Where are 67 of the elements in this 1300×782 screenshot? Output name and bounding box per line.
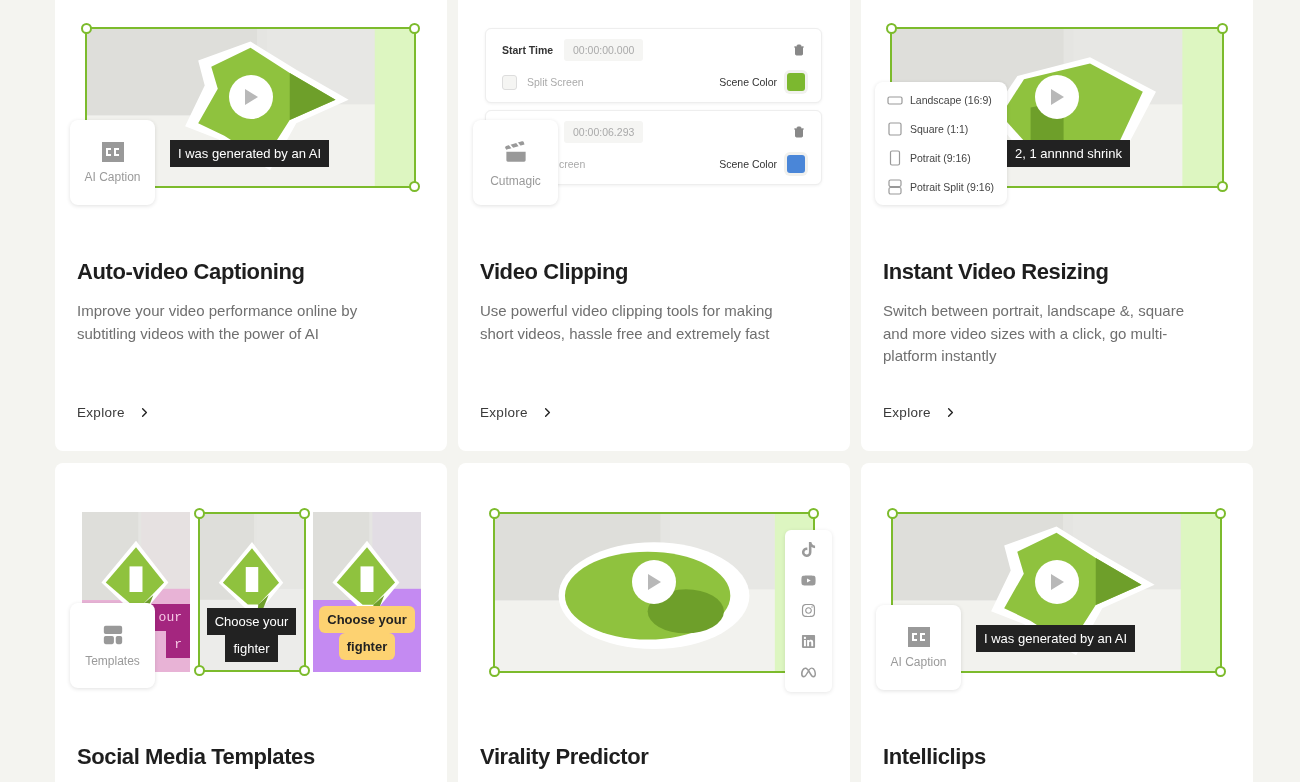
resize-handle[interactable] — [409, 23, 420, 34]
checkbox-label: Split Screen — [527, 76, 584, 88]
resize-handle[interactable] — [1215, 666, 1226, 677]
resize-handle[interactable] — [886, 23, 897, 34]
resize-handle[interactable] — [1215, 508, 1226, 519]
card-description: Improve your video performance online by subtitling videos with the power of AI — [77, 301, 359, 344]
closed-captions-icon — [101, 141, 124, 162]
linkedin-icon[interactable] — [801, 634, 816, 650]
card-title: Auto-video Captioning — [77, 258, 306, 286]
caption-text: fighter — [225, 635, 278, 662]
card-description: Switch between portrait, landscape &, square and more video sizes with a click, go multi-platform instantly — [883, 301, 1185, 366]
trash-icon[interactable] — [793, 44, 805, 56]
camera-icon[interactable] — [801, 603, 816, 619]
card-title: Social Media Templates — [77, 743, 316, 771]
card-title: Video Clipping — [480, 258, 629, 286]
explore-link[interactable]: Explore — [883, 405, 958, 420]
play-icon — [1049, 87, 1065, 106]
aspect-option[interactable]: Landscape (16:9) — [887, 92, 995, 108]
caption-text: Choose your — [206, 608, 297, 635]
start-time-label: Start Time — [502, 44, 554, 56]
caption-text: I was generated by an AI — [170, 140, 330, 167]
layout-icon — [101, 623, 124, 646]
resize-handle[interactable] — [808, 508, 819, 519]
resize-handle[interactable] — [489, 508, 500, 519]
resize-handle[interactable] — [193, 508, 205, 519]
aspect-option[interactable]: Potrait Split (9:16) — [887, 179, 995, 195]
explore-link[interactable]: Explore — [77, 405, 152, 420]
portrait-frame-icon — [887, 150, 903, 166]
resize-handle[interactable] — [298, 665, 310, 676]
badge-label: Cutmagic — [490, 173, 541, 188]
caption-text: 2, 1 annnnd shrink — [1007, 140, 1130, 167]
badge-label: AI Caption — [84, 169, 141, 184]
resize-handle[interactable] — [409, 181, 420, 192]
play-icon — [646, 572, 662, 591]
square-frame-icon — [887, 121, 903, 137]
resize-handle[interactable] — [193, 665, 205, 676]
card-title: Instant Video Resizing — [883, 258, 1110, 286]
checkbox[interactable] — [502, 74, 517, 90]
caption-text: fighter — [338, 633, 396, 660]
card-title: Virality Predictor — [480, 743, 650, 771]
split-frame-icon — [887, 179, 903, 195]
caption-text: r — [166, 631, 190, 658]
resize-handle[interactable] — [489, 666, 500, 677]
badge-label: Templates — [85, 653, 140, 668]
card-description: Use powerful video clipping tools for making short videos, hassle free and extremely fast — [480, 301, 774, 344]
resize-handle[interactable] — [1217, 23, 1228, 34]
trash-icon[interactable] — [793, 126, 805, 138]
closed-captions-icon — [907, 626, 930, 647]
caption-text: I was generated by an AI — [976, 625, 1136, 652]
resize-handle[interactable] — [298, 508, 310, 519]
resize-handle[interactable] — [1217, 181, 1228, 192]
aspect-option[interactable]: Potrait (9:16) — [887, 150, 995, 166]
card-title: Intelliclips — [883, 743, 987, 771]
badge-label: AI Caption — [890, 654, 947, 669]
color-swatch[interactable] — [787, 155, 805, 173]
resize-handle[interactable] — [81, 23, 92, 34]
play-icon — [242, 87, 259, 106]
play-icon — [1048, 572, 1065, 591]
checkbox-label: creen — [559, 158, 586, 170]
resize-handle[interactable] — [887, 508, 898, 519]
caption-text: Choose your — [319, 606, 415, 633]
music-note-icon[interactable] — [801, 541, 816, 557]
scene-color-label: Scene Color — [719, 158, 777, 170]
explore-link[interactable]: Explore — [480, 405, 555, 420]
aspect-option[interactable]: Square (1:1) — [887, 121, 995, 137]
color-swatch[interactable] — [787, 73, 805, 91]
scene-color-label: Scene Color — [719, 76, 777, 88]
